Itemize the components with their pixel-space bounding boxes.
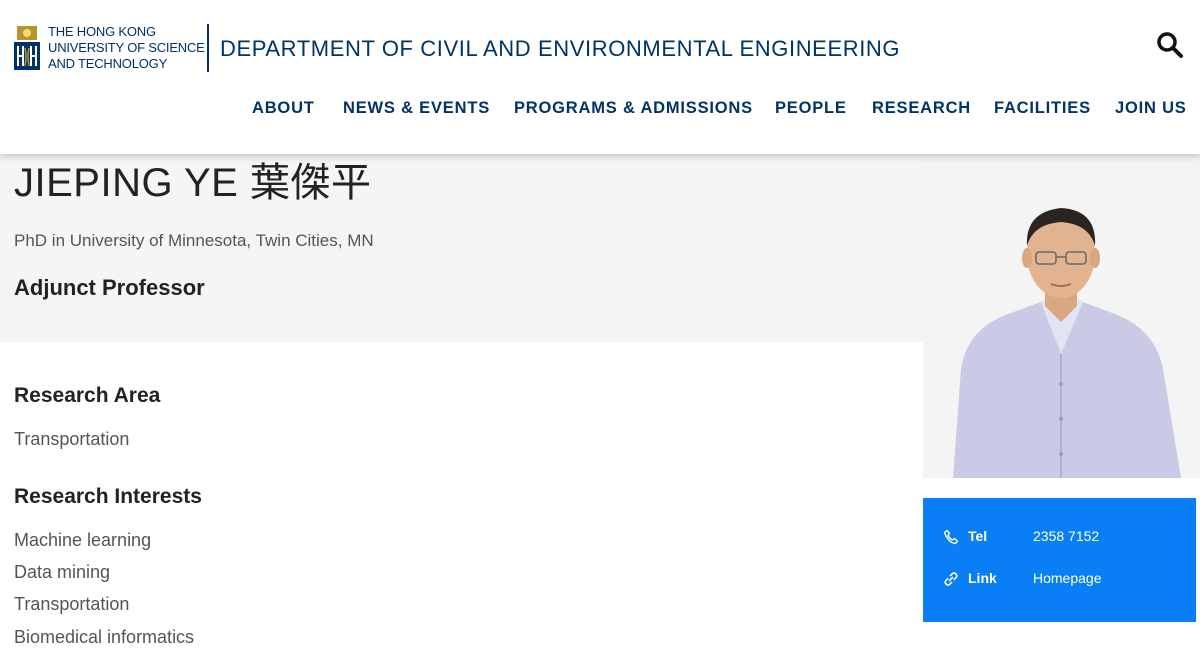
profile-position: Adjunct Professor (14, 275, 205, 300)
link-label: Link (968, 570, 997, 586)
research-interest-item: Transportation (14, 594, 130, 614)
nav-people[interactable]: PEOPLE (775, 99, 847, 118)
site-header: THE HONG KONG UNIVERSITY OF SCIENCE AND … (0, 0, 1200, 154)
search-button[interactable] (1155, 30, 1185, 60)
department-title[interactable]: DEPARTMENT OF CIVIL AND ENVIRONMENTAL EN… (220, 36, 900, 62)
contact-link-row: Link Homepage (923, 568, 1196, 592)
profile-degree: PhD in University of Minnesota, Twin Cit… (14, 231, 374, 250)
nav-news-events[interactable]: NEWS & EVENTS (343, 99, 490, 118)
profile-name: JIEPING YE 葉傑平 (14, 161, 372, 205)
hkust-logo[interactable]: THE HONG KONG UNIVERSITY OF SCIENCE AND … (14, 24, 205, 72)
homepage-link[interactable]: Homepage (1033, 570, 1102, 586)
link-icon (944, 572, 958, 586)
contact-tel-row: Tel 2358 7152 (923, 526, 1196, 550)
logo-text: THE HONG KONG UNIVERSITY OF SCIENCE AND … (48, 24, 208, 72)
tel-value[interactable]: 2358 7152 (1033, 528, 1099, 544)
research-interest-item: Machine learning (14, 530, 152, 550)
hkust-logo-mark (14, 26, 40, 70)
search-icon (1157, 32, 1183, 58)
logo-line-2: UNIVERSITY OF SCIENCE (48, 40, 205, 55)
tel-label: Tel (968, 528, 988, 544)
logo-divider (207, 24, 209, 72)
logo-line-3: AND TECHNOLOGY (48, 56, 168, 71)
nav-facilities[interactable]: FACILITIES (994, 99, 1091, 118)
research-interest-item: Data mining (14, 562, 111, 582)
nav-about[interactable]: ABOUT (252, 99, 315, 118)
phone-icon (943, 529, 959, 545)
profile-photo (923, 154, 1200, 478)
research-area-title: Research Area (14, 384, 161, 407)
research-interests-title: Research Interests (14, 485, 202, 508)
nav-join-us[interactable]: JOIN US (1115, 99, 1187, 118)
nav-programs-admissions[interactable]: PROGRAMS & ADMISSIONS (514, 99, 753, 118)
research-interest-item: Biomedical informatics (14, 627, 195, 647)
portrait-image (923, 154, 1200, 478)
research-area-item: Transportation (14, 429, 130, 449)
logo-line-1: THE HONG KONG (48, 24, 156, 39)
nav-research[interactable]: RESEARCH (872, 99, 971, 118)
contact-box: Tel 2358 7152 Link Homepage (923, 498, 1196, 622)
